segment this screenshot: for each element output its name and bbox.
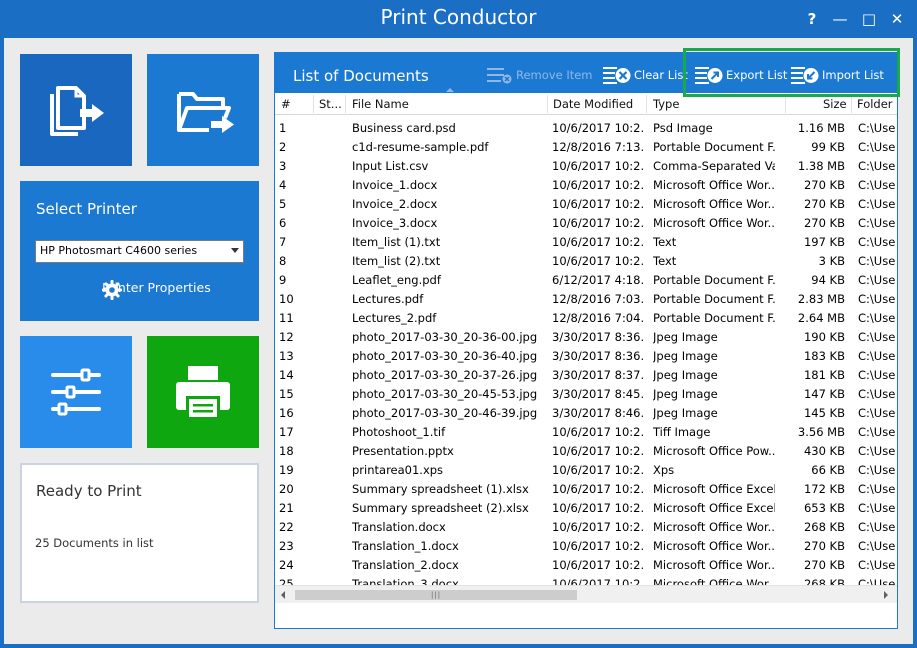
clear-list-label: Clear List bbox=[634, 68, 688, 82]
add-documents-icon bbox=[50, 86, 104, 136]
table-row[interactable]: 8 Item_list (2).txt 10/6/2017 10:2... Text 3… bbox=[275, 251, 895, 270]
minimize-button[interactable]: — bbox=[829, 8, 851, 30]
remove-item-icon bbox=[487, 68, 512, 84]
column-header-date-modified[interactable]: Date Modified bbox=[553, 97, 633, 111]
table-row[interactable]: 14 photo_2017-03-30_20-37-26.jpg 3/30/2017… bbox=[275, 365, 895, 384]
app-title: Print Conductor bbox=[380, 5, 537, 29]
table-row[interactable]: 20 Summary spreadsheet (1).xlsx 10/6/2017 … bbox=[275, 479, 895, 498]
printer-properties-button[interactable]: Printer Properties bbox=[102, 280, 211, 300]
document-list-panel: List of Documents Remove Item Clear List bbox=[274, 52, 898, 629]
main-window: Select Printer HP Photosmart C4600 serie… bbox=[4, 38, 913, 644]
add-documents-tile[interactable] bbox=[20, 54, 132, 166]
table-row[interactable]: 12 photo_2017-03-30_20-36-00.jpg 3/30/2017… bbox=[275, 327, 895, 346]
print-tile[interactable] bbox=[147, 336, 259, 448]
clear-list-button[interactable]: Clear List bbox=[603, 66, 688, 84]
sort-ascending-icon bbox=[446, 88, 454, 92]
printer-selection-panel: Select Printer HP Photosmart C4600 serie… bbox=[20, 181, 259, 321]
add-folder-tile[interactable] bbox=[147, 54, 259, 166]
select-printer-label: Select Printer bbox=[36, 200, 137, 218]
document-count: 25 Documents in list bbox=[35, 536, 154, 550]
scroll-right-icon[interactable] bbox=[884, 591, 888, 599]
add-folder-icon bbox=[177, 92, 234, 133]
chevron-down-icon bbox=[231, 248, 239, 253]
table-row[interactable]: 24 Translation_2.docx 10/6/2017 10:2... Mic… bbox=[275, 555, 895, 574]
status-title: Ready to Print bbox=[36, 482, 142, 500]
table-row[interactable]: 13 photo_2017-03-30_20-36-40.jpg 3/30/2017… bbox=[275, 346, 895, 365]
table-row[interactable]: 6 Invoice_3.docx 10/6/2017 10:2... Microsof… bbox=[275, 213, 895, 232]
remove-item-button[interactable]: Remove Item bbox=[487, 66, 593, 84]
table-row[interactable]: 15 photo_2017-03-30_20-45-53.jpg 3/30/2017… bbox=[275, 384, 895, 403]
scrollbar-thumb[interactable]: ||| bbox=[295, 590, 577, 600]
document-list: 1 Business card.psd 10/6/2017 10:2... Psd I… bbox=[275, 118, 895, 621]
table-row[interactable]: 2 c1d-resume-sample.pdf 12/8/2016 7:13... P… bbox=[275, 137, 895, 156]
grip-icon: ||| bbox=[431, 591, 442, 599]
table-row[interactable]: 22 Translation.docx 10/6/2017 10:2... Micro… bbox=[275, 517, 895, 536]
table-row[interactable]: 17 Photoshoot_1.tif 10/6/2017 10:2... Tiff … bbox=[275, 422, 895, 441]
table-row[interactable]: 3 Input List.csv 10/6/2017 10:2... Comma-Se… bbox=[275, 156, 895, 175]
column-header-type[interactable]: Type bbox=[653, 97, 679, 111]
help-button[interactable]: ? bbox=[801, 8, 823, 30]
column-header-status[interactable]: St... bbox=[319, 97, 342, 111]
table-row[interactable]: 11 Lectures_2.pdf 12/8/2016 7:04... Portabl… bbox=[275, 308, 895, 327]
settings-sliders-icon bbox=[51, 368, 101, 416]
settings-tile[interactable] bbox=[20, 336, 132, 448]
clear-list-icon bbox=[603, 67, 631, 84]
export-import-highlight bbox=[683, 48, 900, 97]
status-panel: Ready to Print 25 Documents in list bbox=[20, 463, 259, 603]
maximize-button[interactable]: □ bbox=[858, 8, 880, 30]
table-row[interactable]: 7 Item_list (1).txt 10/6/2017 10:2... Text 1… bbox=[275, 232, 895, 251]
title-bar: Print Conductor ? — □ ✕ bbox=[0, 0, 917, 38]
column-header-file-name[interactable]: File Name bbox=[352, 97, 409, 111]
column-header-folder[interactable]: Folder bbox=[857, 97, 893, 111]
column-header-number[interactable]: # bbox=[281, 97, 291, 111]
list-title: List of Documents bbox=[293, 67, 429, 85]
table-row[interactable]: 4 Invoice_1.docx 10/6/2017 10:2... Microsof… bbox=[275, 175, 895, 194]
close-button[interactable]: ✕ bbox=[886, 8, 908, 30]
horizontal-scrollbar[interactable]: ||| bbox=[275, 585, 897, 603]
table-row[interactable]: 19 printarea01.xps 10/6/2017 10:2... Xps 66 … bbox=[275, 460, 895, 479]
column-header-size[interactable]: Size bbox=[823, 97, 847, 111]
printer-dropdown-value: HP Photosmart C4600 series bbox=[40, 244, 198, 257]
scroll-left-icon[interactable] bbox=[281, 591, 285, 599]
table-row[interactable]: 5 Invoice_2.docx 10/6/2017 10:2... Microsof… bbox=[275, 194, 895, 213]
table-row[interactable]: 21 Summary spreadsheet (2).xlsx 10/6/2017 … bbox=[275, 498, 895, 517]
printer-icon bbox=[176, 366, 230, 418]
table-row[interactable]: 9 Leaflet_eng.pdf 6/12/2017 4:18... Portabl… bbox=[275, 270, 895, 289]
gear-icon bbox=[102, 280, 122, 300]
table-row[interactable]: 10 Lectures.pdf 12/8/2016 7:03... Portable … bbox=[275, 289, 895, 308]
remove-item-label: Remove Item bbox=[516, 68, 593, 82]
table-row[interactable]: 18 Presentation.pptx 10/6/2017 10:2... Micr… bbox=[275, 441, 895, 460]
table-row[interactable]: 23 Translation_1.docx 10/6/2017 10:2... Mic… bbox=[275, 536, 895, 555]
table-row[interactable]: 1 Business card.psd 10/6/2017 10:2... Psd I… bbox=[275, 118, 895, 137]
table-row[interactable]: 16 photo_2017-03-30_20-46-39.jpg 3/30/2017… bbox=[275, 403, 895, 422]
printer-dropdown[interactable]: HP Photosmart C4600 series bbox=[35, 240, 244, 263]
